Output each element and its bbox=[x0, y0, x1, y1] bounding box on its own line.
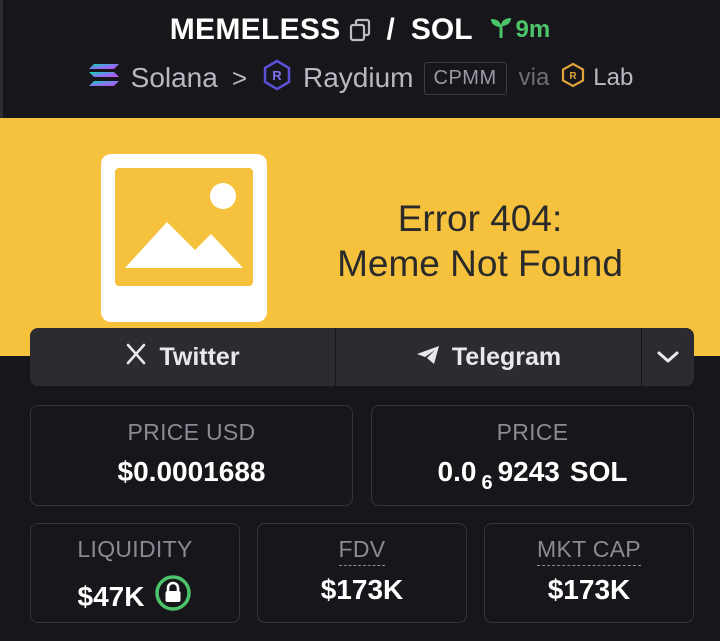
lab-logo-icon: R bbox=[561, 62, 585, 95]
error-line-1: Error 404: bbox=[397, 198, 563, 239]
token-symbol: MEMELESS bbox=[169, 13, 341, 46]
age-text: 9m bbox=[515, 16, 551, 43]
dex-link[interactable]: Raydium bbox=[303, 62, 413, 94]
fdv-value: $173K bbox=[320, 574, 404, 605]
sprout-icon bbox=[489, 16, 513, 45]
price-native-value: 0.0 6 9243 SOL bbox=[372, 456, 693, 494]
lock-icon[interactable] bbox=[154, 574, 192, 619]
price-unit: SOL bbox=[569, 456, 628, 487]
liquidity-value-row: $47K bbox=[31, 574, 239, 619]
price-prefix: 0.0 bbox=[437, 456, 477, 487]
price-usd-card: PRICE USD $0.0001688 bbox=[30, 405, 353, 506]
market-cap-card: MKT CAP $173K bbox=[484, 523, 694, 623]
market-cap-value: $173K bbox=[547, 574, 631, 605]
price-native-card: PRICE 0.0 6 9243 SOL bbox=[371, 405, 694, 506]
price-zero-count: 6 bbox=[481, 472, 493, 494]
twitter-button[interactable]: Twitter bbox=[30, 328, 335, 386]
pair-header: MEMELESS / SOL 9m Solana > R Raydium CPM… bbox=[0, 0, 720, 118]
price-digits: 9243 bbox=[497, 456, 560, 487]
banner-error-text: Error 404: Meme Not Found bbox=[300, 196, 660, 286]
market-cap-label[interactable]: MKT CAP bbox=[485, 536, 693, 566]
image-placeholder-icon bbox=[101, 154, 267, 322]
fdv-label[interactable]: FDV bbox=[258, 536, 466, 566]
price-usd-label: PRICE USD bbox=[127, 419, 256, 445]
telegram-plane-icon bbox=[416, 343, 440, 372]
pair-age: 9m bbox=[489, 16, 551, 45]
chevron-right-icon: > bbox=[231, 62, 248, 93]
liquidity-card: LIQUIDITY $47K bbox=[30, 523, 240, 623]
price-usd-value: $0.0001688 bbox=[117, 456, 266, 487]
error-line-2: Meme Not Found bbox=[337, 243, 623, 284]
via-label: via bbox=[518, 64, 550, 91]
more-links-button[interactable] bbox=[641, 328, 694, 386]
liquidity-value: $47K bbox=[77, 580, 145, 612]
price-native-label: PRICE bbox=[496, 419, 569, 445]
telegram-button[interactable]: Telegram bbox=[335, 328, 641, 386]
chevron-down-icon bbox=[656, 343, 680, 372]
liquidity-label: LIQUIDITY bbox=[77, 536, 193, 562]
copy-icon[interactable] bbox=[349, 18, 371, 42]
solana-logo-icon bbox=[87, 61, 121, 96]
telegram-label: Telegram bbox=[451, 342, 562, 371]
launchpad[interactable]: R Lab bbox=[561, 62, 633, 95]
chain-link[interactable]: Solana bbox=[131, 62, 218, 94]
twitter-label: Twitter bbox=[159, 342, 240, 371]
pair-separator: / bbox=[386, 13, 395, 46]
raydium-logo-icon: R bbox=[261, 59, 293, 98]
fdv-card: FDV $173K bbox=[257, 523, 467, 623]
pair-breadcrumb: Solana > R Raydium CPMM via R Lab bbox=[0, 56, 720, 100]
launchpad-label: Lab bbox=[593, 64, 634, 91]
token-banner: Error 404: Meme Not Found bbox=[0, 118, 720, 356]
svg-text:R: R bbox=[570, 71, 578, 82]
social-links-bar: Twitter Telegram bbox=[30, 328, 694, 386]
x-logo-icon bbox=[125, 343, 147, 372]
pair-title-row: MEMELESS / SOL 9m bbox=[0, 10, 720, 50]
svg-text:R: R bbox=[272, 68, 282, 83]
quote-symbol: SOL bbox=[410, 13, 473, 46]
pool-type-badge: CPMM bbox=[423, 61, 507, 95]
